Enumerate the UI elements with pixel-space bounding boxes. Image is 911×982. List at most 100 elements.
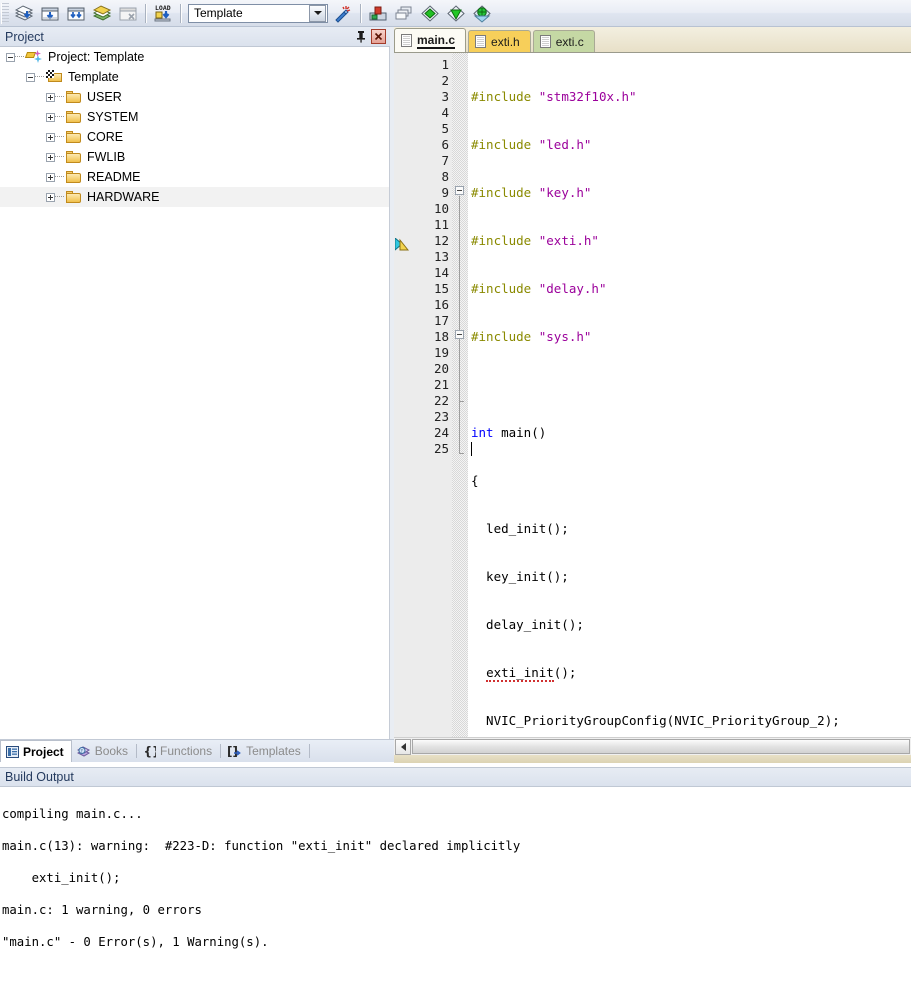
- pack-installer-icon[interactable]: [469, 1, 495, 26]
- editor-tab-main-c[interactable]: main.c: [394, 28, 467, 52]
- line-number: 7: [441, 153, 449, 168]
- line-number: 6: [441, 137, 449, 152]
- options-for-target-icon[interactable]: [365, 1, 391, 26]
- tree-item-label: USER: [87, 90, 122, 104]
- line-number: 5: [441, 121, 449, 136]
- line-number: 24: [433, 425, 449, 440]
- tab-divider-3: [308, 744, 310, 758]
- tree-item-label: CORE: [87, 130, 124, 144]
- line-number: 22: [433, 393, 449, 408]
- document-icon: [475, 35, 487, 48]
- line-number: 15: [433, 281, 449, 296]
- tree-item-fwlib[interactable]: FWLIB: [0, 147, 389, 167]
- load-icon[interactable]: LOAD: [150, 1, 176, 26]
- bookmark-icon[interactable]: [394, 236, 410, 252]
- chevron-left-icon[interactable]: [395, 738, 411, 755]
- chevron-down-icon[interactable]: [309, 4, 326, 22]
- folder-icon: [66, 190, 82, 204]
- tree-item-core[interactable]: CORE: [0, 127, 389, 147]
- svg-text:LOAD: LOAD: [155, 4, 171, 12]
- new-file-icon[interactable]: [11, 1, 37, 26]
- bookmark-margin[interactable]: [394, 53, 410, 737]
- code-editor[interactable]: 1 2 3 4 5 6 7 8 9 10 11 12 13 14 15 16 1…: [394, 53, 911, 737]
- code-line-2: #include "led.h": [471, 137, 592, 152]
- code-line-4: #include "exti.h": [471, 233, 599, 248]
- tab-functions-label: Functions: [160, 744, 213, 758]
- line-number: 17: [433, 313, 449, 328]
- tab-books-label: Books: [94, 744, 129, 758]
- build-output-line: compiling main.c...: [2, 807, 143, 821]
- build-output-line: exti_init();: [2, 871, 121, 885]
- close-panel-button[interactable]: [371, 29, 386, 44]
- fold-toggle-while[interactable]: [455, 330, 464, 339]
- tree-connector: [55, 116, 64, 118]
- fold-toggle-main[interactable]: [455, 186, 464, 195]
- tree-connector: [55, 136, 64, 138]
- tree-item-label: HARDWARE: [87, 190, 160, 204]
- save-icon[interactable]: [63, 1, 89, 26]
- tree-item-label: Template: [68, 70, 119, 84]
- fold-guide-2: [459, 340, 460, 453]
- templates-icon: []: [227, 745, 242, 758]
- expand-toggle-icon[interactable]: [46, 92, 55, 102]
- expand-toggle-icon[interactable]: [46, 132, 55, 142]
- toolbar-separator: [145, 3, 146, 23]
- code-folding-margin[interactable]: [452, 53, 468, 737]
- line-number: 13: [433, 249, 449, 264]
- tab-project[interactable]: Project: [0, 740, 72, 762]
- editor-horizontal-scrollbar[interactable]: [394, 737, 911, 755]
- toolbar-grip[interactable]: [1, 2, 9, 24]
- line-number: 18: [433, 329, 449, 344]
- configuration-wizard-icon[interactable]: [330, 1, 356, 26]
- pin-icon[interactable]: [353, 29, 368, 44]
- save-all-icon[interactable]: [89, 1, 115, 26]
- editor-tab-exti-h[interactable]: exti.h: [468, 30, 531, 52]
- manage-project-items-icon[interactable]: [391, 1, 417, 26]
- editor-bottom-edge: [394, 755, 911, 763]
- code-line-13: exti_init();: [486, 665, 577, 682]
- fold-guide-2-end: [459, 453, 464, 454]
- target-select[interactable]: Template: [188, 3, 328, 23]
- code-text[interactable]: #include "stm32f10x.h" #include "led.h" …: [468, 53, 911, 737]
- tree-item-target[interactable]: Template: [0, 67, 389, 87]
- expand-toggle-icon[interactable]: [46, 152, 55, 162]
- tree-item-readme[interactable]: README: [0, 167, 389, 187]
- editor-tab-exti-c[interactable]: exti.c: [532, 30, 595, 52]
- open-file-icon[interactable]: [37, 1, 63, 26]
- tab-templates[interactable]: [] Templates: [222, 740, 308, 762]
- keil-uvision-window: LOAD Template Project Project: Template …: [0, 0, 911, 949]
- multi-project-icon[interactable]: [417, 1, 443, 26]
- collapse-toggle-icon[interactable]: [26, 72, 35, 82]
- folder-icon: [66, 110, 82, 124]
- tab-books[interactable]: ? Books: [72, 740, 135, 762]
- editor-tab-label: exti.c: [555, 34, 584, 49]
- collapse-toggle-icon[interactable]: [6, 52, 15, 62]
- close-file-icon[interactable]: [115, 1, 141, 26]
- line-number: 11: [433, 217, 449, 232]
- text-caret: [471, 442, 472, 456]
- expand-toggle-icon[interactable]: [46, 172, 55, 182]
- tab-functions[interactable]: {} Functions: [138, 740, 219, 762]
- expand-toggle-icon[interactable]: [46, 112, 55, 122]
- tab-project-label: Project: [23, 744, 64, 759]
- scrollbar-thumb[interactable]: [412, 739, 910, 754]
- line-number: 12: [433, 233, 449, 248]
- tree-item-system[interactable]: SYSTEM: [0, 107, 389, 127]
- tree-item-user[interactable]: USER: [0, 87, 389, 107]
- configuration-wizard-2-icon[interactable]: [443, 1, 469, 26]
- document-icon: [539, 35, 551, 48]
- editor-area: main.c exti.h exti.c 1 2 3 4 5 6 7 8 9 1…: [394, 27, 911, 763]
- toolbar-separator-3: [360, 3, 361, 23]
- project-tree[interactable]: Project: Template Template USER SYSTEM C…: [0, 47, 390, 739]
- expand-toggle-icon[interactable]: [46, 192, 55, 202]
- tree-item-hardware[interactable]: HARDWARE: [0, 187, 389, 207]
- folder-icon: [66, 90, 82, 104]
- line-number: 9: [441, 185, 449, 200]
- tree-item-project[interactable]: Project: Template: [0, 47, 389, 67]
- project-panel: Project Project: Template Template USER …: [0, 27, 390, 739]
- build-output-header: Build Output: [0, 767, 911, 787]
- document-icon: [401, 34, 412, 47]
- folder-icon: [66, 170, 82, 184]
- code-line-1: #include "stm32f10x.h": [471, 89, 637, 104]
- build-output-body[interactable]: compiling main.c... main.c(13): warning:…: [0, 788, 911, 949]
